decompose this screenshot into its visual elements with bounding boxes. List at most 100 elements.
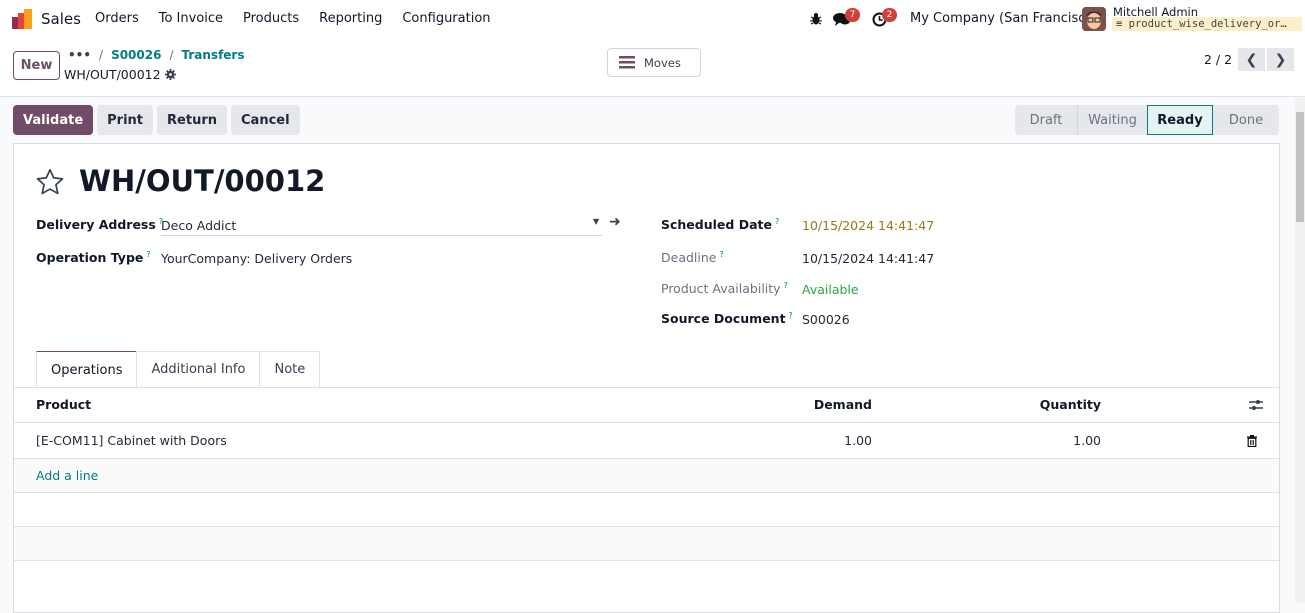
table-row[interactable]: [E-COM11] Cabinet with Doors 1.00 1.00 xyxy=(14,423,1279,459)
breadcrumb-item-transfers[interactable]: Transfers xyxy=(182,48,245,62)
gear-icon[interactable] xyxy=(164,69,176,80)
breadcrumb: ••• / S00026 / Transfers xyxy=(68,48,245,62)
menu-orders[interactable]: Orders xyxy=(95,11,139,26)
breadcrumb-ellipsis[interactable]: ••• xyxy=(68,48,91,62)
top-navbar: Sales Orders To Invoice Products Reporti… xyxy=(0,0,1305,40)
scheduled-date-label-text: Scheduled Date xyxy=(661,217,772,233)
column-header-quantity[interactable]: Quantity xyxy=(1040,387,1101,422)
validate-button[interactable]: Validate xyxy=(13,105,94,135)
tab-note[interactable]: Note xyxy=(259,351,321,387)
menu-reporting[interactable]: Reporting xyxy=(319,11,382,26)
operation-type-field[interactable]: YourCompany: Delivery Orders xyxy=(161,251,352,266)
trash-icon xyxy=(1247,434,1257,447)
debug-bug-icon[interactable] xyxy=(810,12,822,25)
table-header: Product Demand Quantity xyxy=(14,387,1279,423)
internal-link-arrow-icon[interactable]: ➜ xyxy=(609,214,621,230)
help-icon[interactable]: ? xyxy=(784,281,788,290)
messages-badge: 7 xyxy=(845,8,860,22)
delete-row-button[interactable] xyxy=(1247,423,1257,458)
source-document-label-text: Source Document xyxy=(661,311,786,327)
print-button[interactable]: Print xyxy=(97,105,154,135)
status-done-label: Done xyxy=(1228,112,1264,128)
delivery-address-label-text: Delivery Address xyxy=(36,217,156,233)
delivery-address-label: Delivery Address? xyxy=(36,217,163,232)
deadline-label-text: Deadline xyxy=(661,250,717,266)
status-waiting-label: Waiting xyxy=(1088,112,1137,128)
action-buttons: Validate Print Return Cancel xyxy=(13,105,300,135)
bars-icon xyxy=(619,56,635,69)
database-icon: ≡ xyxy=(1116,18,1129,30)
source-document-field[interactable]: S00026 xyxy=(802,312,850,327)
delivery-address-underline xyxy=(161,235,602,236)
deadline-label: Deadline? xyxy=(661,250,724,265)
menu-products[interactable]: Products xyxy=(243,11,299,26)
menu-configuration[interactable]: Configuration xyxy=(402,11,490,26)
app-name[interactable]: Sales xyxy=(41,10,81,28)
status-ready-label: Ready xyxy=(1157,112,1203,128)
scrollbar-thumb[interactable] xyxy=(1296,112,1304,222)
help-icon[interactable]: ? xyxy=(775,217,779,226)
help-icon[interactable]: ? xyxy=(146,250,150,259)
add-a-line-link[interactable]: Add a line xyxy=(36,459,98,492)
help-icon[interactable]: ? xyxy=(789,311,793,320)
source-document-label: Source Document? xyxy=(661,311,793,326)
column-header-product[interactable]: Product xyxy=(36,387,91,422)
chevron-right-icon: ❯ xyxy=(1274,51,1287,68)
scheduled-date-field[interactable]: 10/15/2024 14:41:47 xyxy=(802,218,934,233)
add-line-row: Add a line xyxy=(14,459,1279,493)
tab-operations[interactable]: Operations xyxy=(36,351,138,388)
moves-smart-button[interactable]: Moves xyxy=(607,48,701,77)
status-ready[interactable]: Ready xyxy=(1147,105,1213,135)
status-draft[interactable]: Draft xyxy=(1015,105,1077,135)
operation-type-label: Operation Type? xyxy=(36,250,151,265)
deadline-field: 10/15/2024 14:41:47 xyxy=(802,251,935,266)
status-draft-label: Draft xyxy=(1029,112,1063,128)
cell-product[interactable]: [E-COM11] Cabinet with Doors xyxy=(36,423,227,458)
moves-label: Moves xyxy=(644,55,681,70)
menu-to-invoice[interactable]: To Invoice xyxy=(159,11,223,26)
product-availability-field: Available xyxy=(802,282,859,297)
chevron-left-icon: ❮ xyxy=(1245,51,1258,68)
status-waiting[interactable]: Waiting xyxy=(1077,105,1147,135)
user-avatar[interactable] xyxy=(1082,7,1106,31)
cell-quantity[interactable]: 1.00 xyxy=(1073,423,1101,458)
new-button[interactable]: New xyxy=(13,51,60,80)
pager-previous-button[interactable]: ❮ xyxy=(1238,48,1265,71)
main-menu: Orders To Invoice Products Reporting Con… xyxy=(95,11,511,26)
dropdown-caret-icon[interactable]: ▼ xyxy=(593,217,599,226)
status-bar: Draft Waiting Ready Done xyxy=(1015,105,1279,135)
pager-next-button[interactable]: ❯ xyxy=(1267,48,1294,71)
record-title: WH/OUT/00012 xyxy=(79,164,326,198)
page-scrollbar[interactable] xyxy=(1295,98,1305,603)
pager-value[interactable]: 2 / 2 xyxy=(1204,52,1232,67)
cancel-button[interactable]: Cancel xyxy=(231,105,300,135)
help-icon[interactable]: ? xyxy=(719,250,723,259)
notebook-tabs: Operations Additional Info Note xyxy=(36,351,321,388)
product-availability-label: Product Availability? xyxy=(661,281,788,296)
cell-demand[interactable]: 1.00 xyxy=(844,423,872,458)
empty-row xyxy=(14,493,1279,527)
column-header-demand[interactable]: Demand xyxy=(814,387,872,422)
empty-row xyxy=(14,527,1279,561)
company-switcher[interactable]: My Company (San Francisco) xyxy=(910,11,1098,26)
product-availability-label-text: Product Availability xyxy=(661,281,781,297)
scheduled-date-label: Scheduled Date? xyxy=(661,217,779,232)
database-label: product_wise_delivery_or… xyxy=(1128,18,1287,30)
form-sheet: WH/OUT/00012 Delivery Address? Deco Addi… xyxy=(13,143,1280,613)
record-name: WH/OUT/00012 xyxy=(64,67,161,82)
optional-columns-toggle[interactable] xyxy=(1249,387,1263,422)
tab-additional-info[interactable]: Additional Info xyxy=(136,351,261,387)
return-button[interactable]: Return xyxy=(157,105,227,135)
star-icon[interactable] xyxy=(35,168,65,196)
control-panel: New ••• / S00026 / Transfers WH/OUT/0001… xyxy=(0,40,1305,97)
breadcrumb-separator: / xyxy=(99,48,104,62)
status-done[interactable]: Done xyxy=(1213,105,1279,135)
breadcrumb-item-sale-order[interactable]: S00026 xyxy=(111,48,161,62)
breadcrumb-separator: / xyxy=(169,48,174,62)
app-logo-icon[interactable] xyxy=(12,9,34,29)
database-name: ≡ product_wise_delivery_or… xyxy=(1112,17,1302,31)
current-record: WH/OUT/00012 xyxy=(64,67,176,82)
operation-type-label-text: Operation Type xyxy=(36,250,144,266)
activities-badge: 2 xyxy=(882,8,897,22)
delivery-address-field[interactable]: Deco Addict xyxy=(161,218,236,233)
